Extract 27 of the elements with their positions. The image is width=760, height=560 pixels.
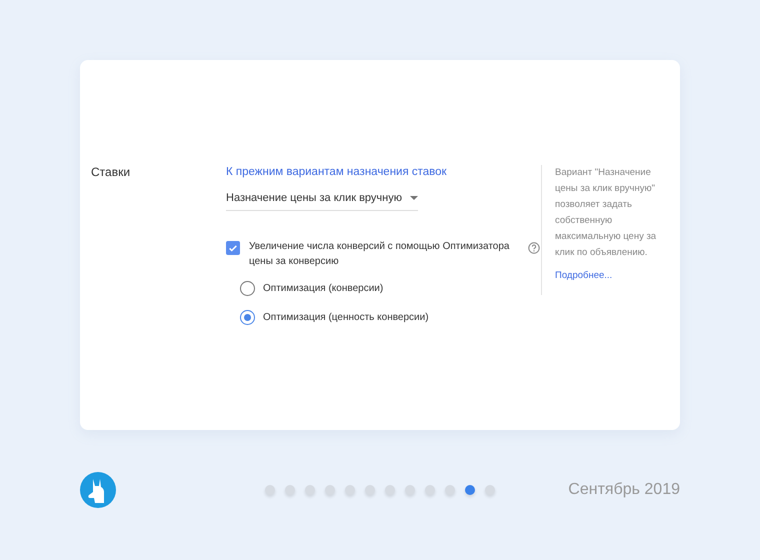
radio-label: Оптимизация (конверсии) <box>263 283 384 294</box>
caret-icon <box>410 196 418 200</box>
pager-dot[interactable] <box>385 485 395 495</box>
pager-dot[interactable] <box>485 485 495 495</box>
help-text: Вариант "Назначение цены за клик вручную" позволяет задать собственную максимальную цену за клик по объявлению. <box>555 166 658 260</box>
radio-label: Оптимизация (ценность конверсии) <box>263 312 429 323</box>
legacy-bidding-link[interactable]: К прежним вариантам назначения ставок <box>226 165 541 179</box>
learn-more-link[interactable]: Подробнее... <box>555 270 670 281</box>
date-label: Сентябрь 2019 <box>568 481 680 499</box>
pager-dot[interactable] <box>365 485 375 495</box>
help-icon[interactable] <box>528 242 540 254</box>
pager-dot[interactable] <box>325 485 335 495</box>
radio-button[interactable] <box>240 310 255 325</box>
pager-dot[interactable] <box>345 485 355 495</box>
llama-logo-icon <box>80 472 116 508</box>
pager-dot[interactable] <box>465 485 475 495</box>
section-label: Ставки <box>91 165 132 181</box>
bidding-strategy-dropdown[interactable]: Назначение цены за клик вручную <box>226 192 418 211</box>
pager-dot[interactable] <box>425 485 435 495</box>
pager-dot[interactable] <box>285 485 295 495</box>
pager-dot[interactable] <box>445 485 455 495</box>
pager-dot[interactable] <box>405 485 415 495</box>
checkbox[interactable] <box>226 241 240 255</box>
checkbox-label: Увеличение числа конверсий с помощью Оптимизатора цены за конверсию <box>249 240 510 269</box>
pager-dot[interactable] <box>305 485 315 495</box>
pager-dot[interactable] <box>265 485 275 495</box>
radio-button[interactable] <box>240 281 255 296</box>
